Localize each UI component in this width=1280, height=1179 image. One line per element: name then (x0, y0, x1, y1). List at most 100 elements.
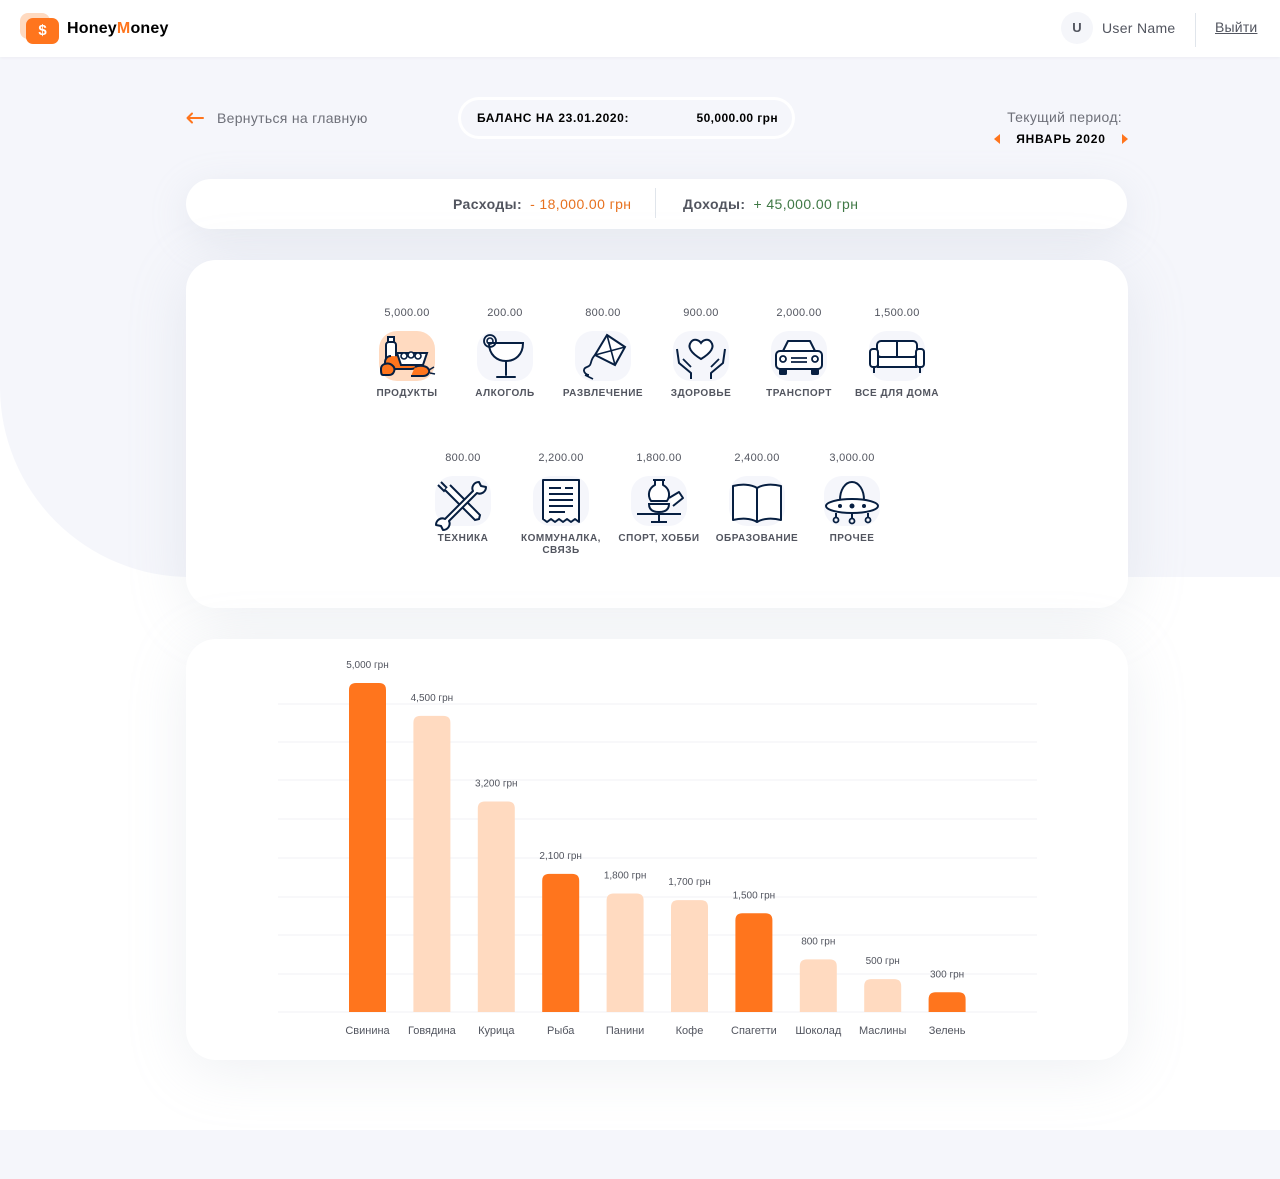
book-icon (725, 474, 789, 532)
chart-bar[interactable] (864, 979, 902, 1012)
arrow-left-icon (186, 112, 204, 124)
chart-card: 5,000 грн Свинина 4,500 грн Говядина 3,200 г… (186, 639, 1128, 1060)
header: $ HoneyMoney U User Name Выйти (0, 0, 1280, 57)
car-icon (767, 329, 831, 387)
bar-value-label: 300 грн (930, 969, 964, 980)
chart-bar[interactable] (542, 873, 580, 1012)
logo[interactable]: $ HoneyMoney (20, 13, 169, 45)
balance-display: БАЛАНС НА 23.01.2020: 50,000.00 грн (459, 98, 794, 138)
x-tick-label: Панини (606, 1025, 644, 1037)
category-label: ОБРАЗОВАНИЕ (715, 533, 799, 544)
category-label: КОММУНАЛКА, СВЯЗЬ (521, 533, 601, 556)
income-value: + 45,000.00 грн (753, 196, 859, 212)
bar-value-label: 800 грн (801, 936, 835, 947)
category-tile[interactable]: 1,800.00 СПОРТ, ХОББИ (610, 452, 708, 545)
category-label: ПРОЧЕЕ (829, 533, 875, 544)
chart-bar[interactable] (735, 913, 773, 1012)
category-tile[interactable]: 2,000.00 ТРАНСПОРТ (750, 307, 848, 400)
back-to-main-link[interactable]: Вернуться на главную (186, 110, 368, 126)
logo-text-part1: Honey (67, 20, 117, 37)
x-tick-label: Курица (478, 1025, 515, 1037)
bar-value-label: 1,700 грн (668, 877, 711, 888)
receipt-icon (529, 474, 593, 532)
kite-icon (571, 329, 635, 387)
category-tile[interactable]: 2,400.00 ОБРАЗОВАНИЕ (708, 452, 806, 545)
category-tile[interactable]: 800.00 РАЗВЛЕЧЕНИЕ (554, 307, 652, 400)
expenses-value: - 18,000.00 грн (530, 196, 632, 212)
summary-divider (655, 188, 656, 218)
category-amount: 5,000.00 (384, 307, 430, 319)
category-amount: 3,000.00 (829, 452, 875, 464)
bar-value-label: 1,800 грн (604, 871, 647, 882)
category-amount: 2,000.00 (776, 307, 822, 319)
bar-value-label: 1,500 грн (733, 890, 776, 901)
summary-bar: Расходы: - 18,000.00 грн Доходы: + 45,000.… (186, 179, 1127, 229)
logout-button[interactable]: Выйти (1215, 19, 1257, 35)
period-value: ЯНВАРЬ 2020 (1016, 132, 1106, 146)
chart-bar[interactable] (671, 900, 708, 1012)
chart-bar[interactable] (799, 959, 837, 1012)
bar-chart: 5,000 грн Свинина 4,500 грн Говядина 3,200 г… (278, 660, 1037, 1037)
category-label: ПРОДУКТЫ (376, 388, 438, 399)
period-label: Текущий период: (1007, 109, 1122, 125)
category-amount: 200.00 (487, 307, 523, 319)
x-tick-label: Кофе (676, 1025, 704, 1037)
pottery-icon (627, 474, 691, 532)
income-summary: Доходы: + 45,000.00 грн (683, 196, 858, 212)
expenses-summary: Расходы: - 18,000.00 грн (453, 196, 631, 212)
category-label: ВСЕ ДЛЯ ДОМА (854, 388, 940, 399)
groceries-icon (375, 329, 439, 387)
logo-text: HoneyMoney (67, 20, 169, 38)
bar-value-label: 2,100 грн (539, 851, 582, 862)
category-tile[interactable]: 1,500.00 ВСЕ ДЛЯ ДОМА (848, 307, 946, 400)
category-label: АЛКОГОЛЬ (475, 388, 535, 399)
category-amount: 2,400.00 (734, 452, 780, 464)
category-label: ТРАНСПОРТ (766, 388, 832, 399)
header-divider (1195, 13, 1196, 47)
x-tick-label: Маслины (859, 1025, 907, 1037)
user-name: User Name (1102, 20, 1176, 36)
category-amount: 2,200.00 (538, 452, 584, 464)
category-label: СПОРТ, ХОББИ (618, 533, 700, 544)
category-tile[interactable]: 5,000.00 ПРОДУКТЫ (358, 307, 456, 400)
x-tick-label: Рыба (547, 1025, 575, 1037)
chart-bar[interactable] (606, 893, 644, 1012)
category-label: РАЗВЛЕЧЕНИЕ (562, 388, 644, 399)
category-tile[interactable]: 3,000.00 ПРОЧЕЕ (803, 452, 901, 545)
cocktail-icon (473, 329, 537, 387)
chart-bar[interactable] (928, 992, 966, 1012)
next-period-icon[interactable] (1121, 134, 1128, 144)
logo-text-part3: oney (130, 20, 169, 37)
chart-bar[interactable] (349, 683, 386, 1012)
bar-value-label: 5,000 грн (346, 660, 389, 671)
user-info: U User Name (1061, 12, 1176, 44)
category-tile[interactable]: 800.00 ТЕХНИКА (414, 452, 512, 545)
prev-period-icon[interactable] (994, 134, 1000, 144)
category-label: ТЕХНИКА (437, 533, 489, 544)
logo-text-accent: M (116, 20, 131, 37)
category-tile[interactable]: 2,200.00 КОММУНАЛКА, СВЯЗЬ (512, 452, 610, 557)
x-tick-label: Говядина (408, 1025, 457, 1037)
category-amount: 1,500.00 (874, 307, 920, 319)
sofa-icon (865, 329, 929, 387)
ufo-icon (820, 474, 884, 532)
x-tick-label: Свинина (345, 1025, 390, 1037)
balance-label: БАЛАНС НА 23.01.2020: (477, 111, 630, 125)
x-tick-label: Спагетти (731, 1025, 777, 1037)
category-amount: 800.00 (445, 452, 481, 464)
avatar: U (1061, 12, 1093, 44)
category-amount: 1,800.00 (636, 452, 682, 464)
category-amount: 900.00 (683, 307, 719, 319)
category-label: ЗДОРОВЬЕ (670, 388, 732, 399)
bar-value-label: 500 грн (866, 956, 900, 967)
x-tick-label: Зелень (929, 1025, 966, 1037)
category-tile[interactable]: 900.00 ЗДОРОВЬЕ (652, 307, 750, 400)
bar-value-label: 4,500 грн (411, 693, 454, 704)
page-background-bottom (0, 1130, 1280, 1179)
chart-bar[interactable] (413, 715, 451, 1012)
wallet-icon: $ (20, 13, 60, 45)
balance-value: 50,000.00 грн (696, 111, 778, 125)
heart-hands-icon (669, 329, 733, 387)
chart-bar[interactable] (477, 801, 515, 1012)
category-tile[interactable]: 200.00 АЛКОГОЛЬ (456, 307, 554, 400)
